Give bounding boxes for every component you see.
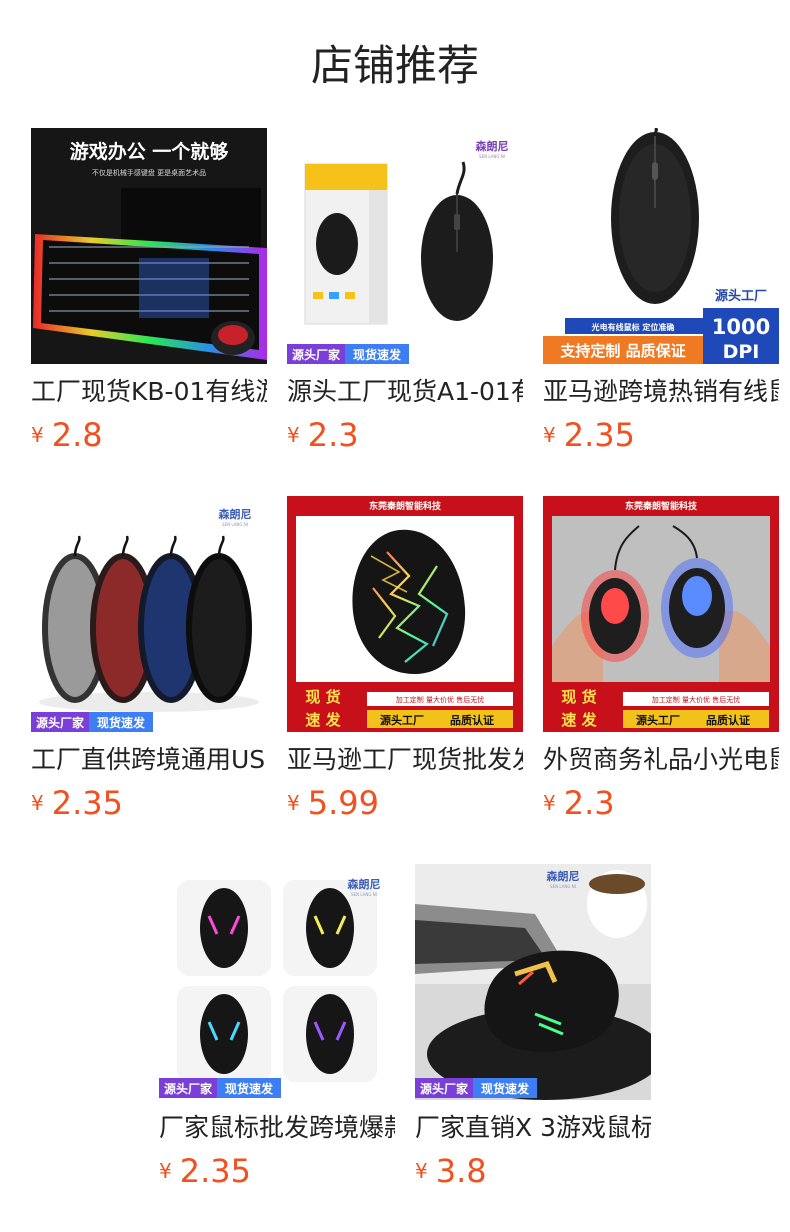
dpi-value: 1000 bbox=[712, 315, 770, 339]
brand-logo-sub: SEN LANG NI bbox=[479, 154, 505, 159]
product-name[interactable]: 工厂直供跨境通用USB有线鼠标 bbox=[31, 742, 267, 778]
brand-logo: 森朗尼 bbox=[219, 507, 252, 521]
product-name[interactable]: 源头工厂现货A1-01有线鼠标 bbox=[287, 374, 523, 410]
product-price: ¥2.3 bbox=[287, 416, 359, 460]
badge-source: 源头厂家 bbox=[420, 1081, 469, 1096]
custom-quality-label: 支持定制 品质保证 bbox=[559, 342, 685, 360]
product-image[interactable]: 森朗尼 SEN LANG NI 源头厂家 现货速发 bbox=[415, 864, 651, 1100]
service-label: 加工定制 量大价优 售后无忧 bbox=[652, 695, 740, 704]
price-amount: 2.35 bbox=[179, 1152, 251, 1190]
currency-symbol: ¥ bbox=[287, 791, 300, 815]
badge-source: 源头厂家 bbox=[292, 347, 341, 362]
product-price: ¥2.35 bbox=[543, 416, 635, 460]
product-name[interactable]: 工厂现货KB-01有线游戏键盘鼠标套装 bbox=[31, 374, 267, 410]
source-factory-label: 源头工厂 bbox=[715, 288, 767, 304]
feature-text: 光电有线鼠标 定位准确 bbox=[591, 322, 675, 332]
fast-ship-label: 速 发 bbox=[305, 711, 341, 729]
product-image[interactable]: 东莞秦朗智能科技 现 货 速 发 加工定制 量大价优 售后无忧 源头工厂 品质认… bbox=[543, 496, 779, 732]
product-card-wholesale-glow[interactable]: 森朗尼 SEN LANG NI 源头厂家 现货速发 厂家鼠标批发跨境爆款发光鼠标… bbox=[159, 864, 395, 1204]
price-amount: 2.35 bbox=[563, 416, 635, 454]
product-price: ¥2.35 bbox=[159, 1152, 251, 1196]
product-card-mini-mouse[interactable]: 东莞秦朗智能科技 现 货 速 发 加工定制 量大价优 售后无忧 源头工厂 品质认… bbox=[543, 496, 779, 836]
price-amount: 5.99 bbox=[307, 784, 379, 822]
product-name[interactable]: 厂家鼠标批发跨境爆款发光鼠标 bbox=[159, 1110, 395, 1146]
company-label: 东莞秦朗智能科技 bbox=[625, 500, 698, 512]
product-name[interactable]: 厂家直销X 3游戏鼠标 bbox=[415, 1110, 651, 1146]
currency-symbol: ¥ bbox=[159, 1159, 172, 1183]
product-price: ¥2.8 bbox=[31, 416, 103, 460]
product-name[interactable]: 外贸商务礼品小光电鼠标 bbox=[543, 742, 779, 778]
product-image[interactable]: 源头工厂 光电有线鼠标 定位准确 支持定制 品质保证 1000 DPI bbox=[543, 128, 779, 364]
currency-symbol: ¥ bbox=[31, 791, 44, 815]
quality-label: 品质认证 bbox=[450, 713, 494, 727]
image-subline: 不仅是机械手感键盘 更是桌面艺术品 bbox=[92, 168, 206, 177]
product-image[interactable]: 东莞秦朗智能科技 现 货 速 发 加工定制 量大价优 售后无忧 源头工厂 品质认… bbox=[287, 496, 523, 732]
currency-symbol: ¥ bbox=[31, 423, 44, 447]
product-price: ¥3.8 bbox=[415, 1152, 487, 1196]
product-image[interactable]: 游戏办公 一个就够 不仅是机械手感键盘 更是桌面艺术品 bbox=[31, 128, 267, 364]
badge-fast-ship: 现货速发 bbox=[97, 715, 146, 730]
product-image[interactable]: 森朗尼 SEN LANG NI 源头厂家 现货速发 bbox=[287, 128, 523, 364]
currency-symbol: ¥ bbox=[287, 423, 300, 447]
product-card-amazon-wired[interactable]: 源头工厂 光电有线鼠标 定位准确 支持定制 品质保证 1000 DPI 亚马逊跨… bbox=[543, 128, 779, 468]
currency-symbol: ¥ bbox=[543, 791, 556, 815]
page-title: 店铺推荐 bbox=[310, 41, 479, 90]
badge-source: 源头厂家 bbox=[36, 715, 85, 730]
source-factory-label: 源头工厂 bbox=[636, 713, 680, 727]
product-name[interactable]: 亚马逊跨境热销有线鼠标 bbox=[543, 374, 779, 410]
brand-logo: 森朗尼 bbox=[547, 869, 580, 883]
currency-symbol: ¥ bbox=[415, 1159, 428, 1183]
price-amount: 3.8 bbox=[435, 1152, 487, 1190]
product-image[interactable]: 森朗尼 SEN LANG NI 源头厂家 现货速发 bbox=[31, 496, 267, 732]
product-price: ¥2.3 bbox=[543, 784, 615, 828]
image-headline: 游戏办公 一个就够 bbox=[70, 140, 229, 163]
brand-logo-sub: SEN LANG NI bbox=[222, 522, 248, 527]
company-label: 东莞秦朗智能科技 bbox=[369, 500, 442, 512]
badge-fast-ship: 现货速发 bbox=[353, 347, 402, 362]
brand-logo-sub: SEN LANG NI bbox=[550, 884, 576, 889]
price-amount: 2.8 bbox=[51, 416, 103, 454]
dpi-unit: DPI bbox=[723, 341, 760, 363]
product-price: ¥2.35 bbox=[31, 784, 123, 828]
price-amount: 2.3 bbox=[307, 416, 359, 454]
badge-fast-ship: 现货速发 bbox=[481, 1081, 530, 1096]
product-card-kb01[interactable]: 游戏办公 一个就够 不仅是机械手感键盘 更是桌面艺术品 工厂现货KB-01有线游… bbox=[31, 128, 267, 468]
badge-source: 源头厂家 bbox=[164, 1081, 213, 1096]
quality-label: 品质认证 bbox=[706, 713, 750, 727]
product-image[interactable]: 森朗尼 SEN LANG NI 源头厂家 现货速发 bbox=[159, 864, 395, 1100]
product-name[interactable]: 亚马逊工厂现货批发发光游戏鼠标 bbox=[287, 742, 523, 778]
product-card-usb-mouse[interactable]: 森朗尼 SEN LANG NI 源头厂家 现货速发 工厂直供跨境通用USB有线鼠… bbox=[31, 496, 267, 836]
product-card-a101[interactable]: 森朗尼 SEN LANG NI 源头厂家 现货速发 源头工厂现货A1-01有线鼠… bbox=[287, 128, 523, 468]
stock-label: 现 货 bbox=[561, 688, 596, 706]
product-card-glow-gaming[interactable]: 东莞秦朗智能科技 现 货 速 发 加工定制 量大价优 售后无忧 源头工厂 品质认… bbox=[287, 496, 523, 836]
product-card-x3-gaming[interactable]: 森朗尼 SEN LANG NI 源头厂家 现货速发 厂家直销X 3游戏鼠标 ¥3… bbox=[415, 864, 651, 1204]
fast-ship-label: 速 发 bbox=[561, 711, 597, 729]
price-amount: 2.35 bbox=[51, 784, 123, 822]
price-amount: 2.3 bbox=[563, 784, 615, 822]
brand-logo-sub: SEN LANG NI bbox=[351, 892, 377, 897]
product-price: ¥5.99 bbox=[287, 784, 379, 828]
brand-logo: 森朗尼 bbox=[476, 139, 509, 153]
source-factory-label: 源头工厂 bbox=[380, 713, 424, 727]
service-label: 加工定制 量大价优 售后无忧 bbox=[396, 695, 484, 704]
stock-label: 现 货 bbox=[305, 688, 340, 706]
brand-logo: 森朗尼 bbox=[348, 877, 381, 891]
badge-fast-ship: 现货速发 bbox=[225, 1081, 274, 1096]
currency-symbol: ¥ bbox=[543, 423, 556, 447]
